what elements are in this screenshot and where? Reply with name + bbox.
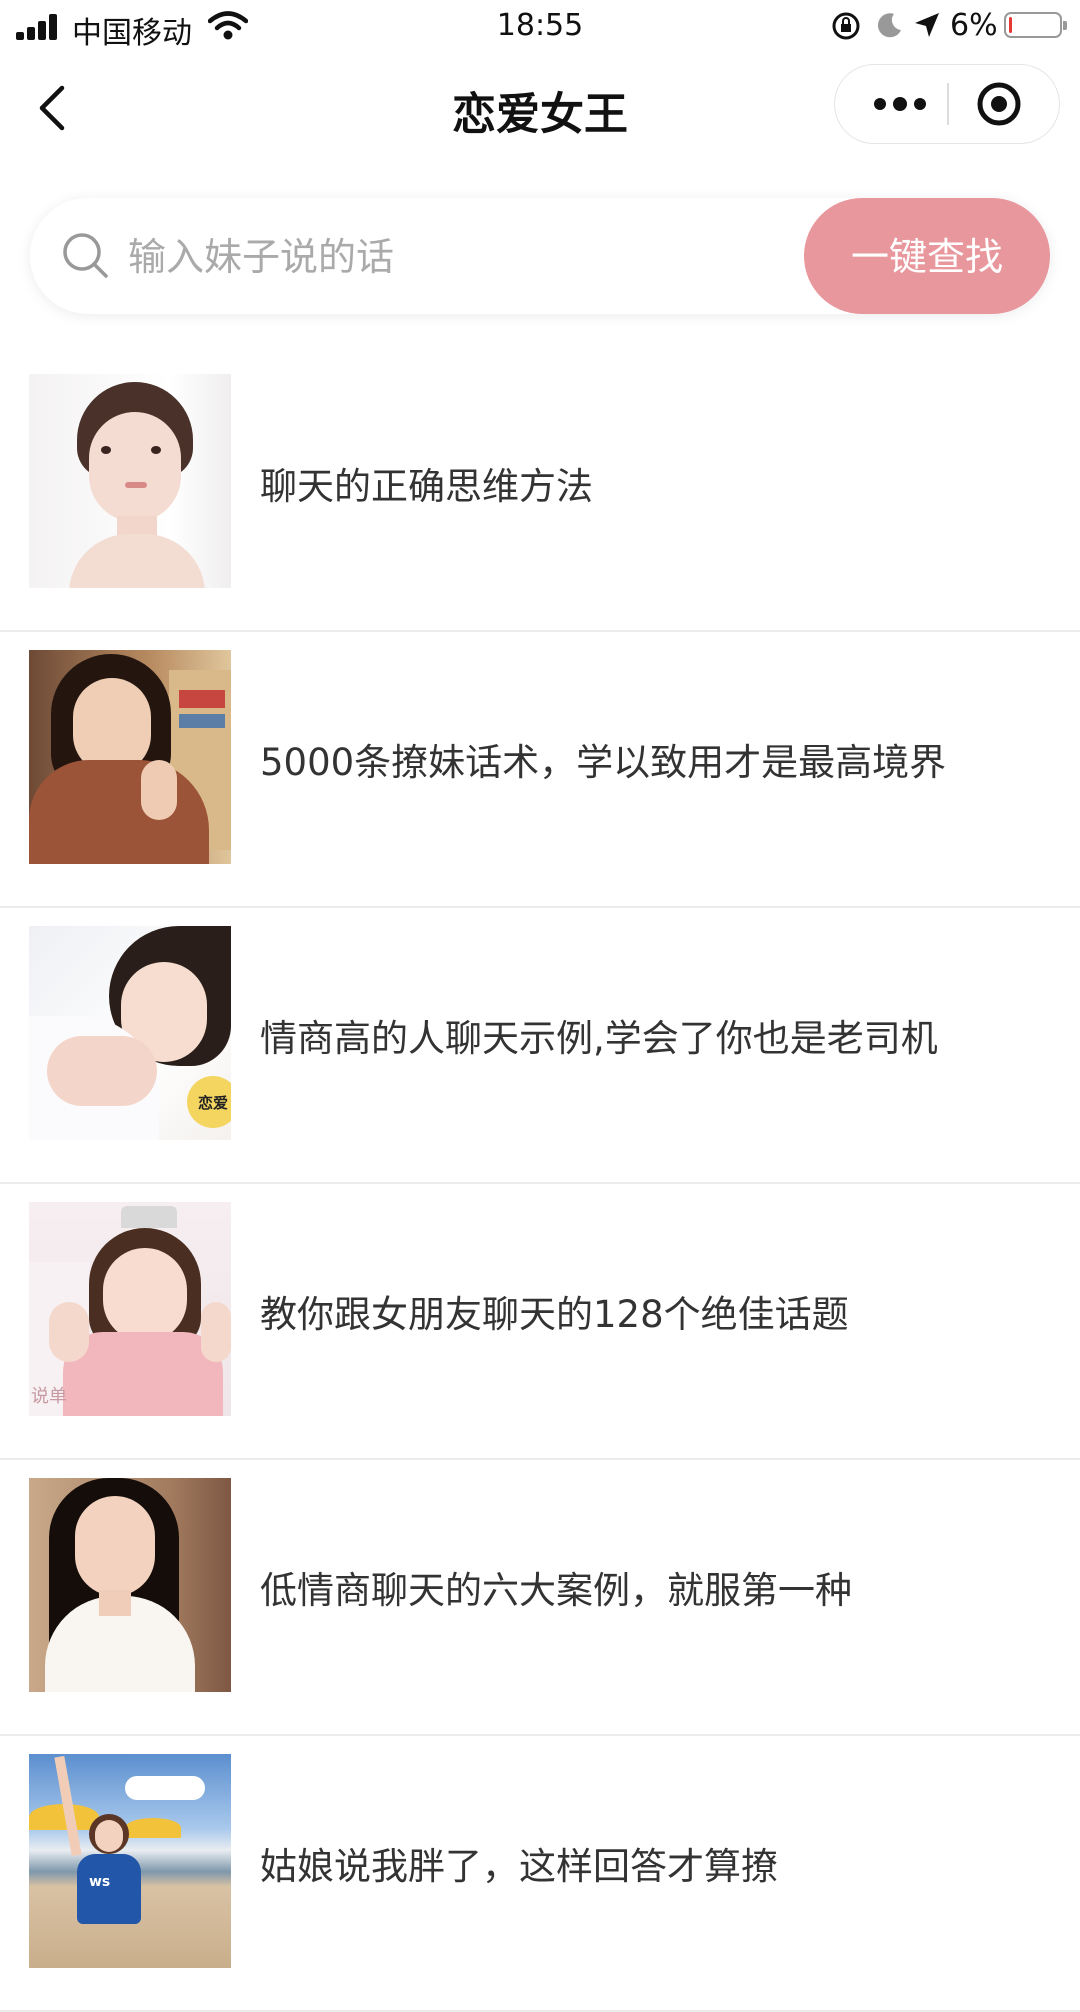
thumbnail-badge: 说单 [31,1386,67,1407]
close-mini-program-button[interactable] [975,80,1023,128]
capsule-divider [947,83,949,125]
battery-icon [1004,12,1067,38]
search-icon [63,233,108,278]
article-list: 聊天的正确思维方法 5000条撩妹话术，学以致用才是最高境界 恋爱 情商高的人聊… [0,356,1080,2012]
list-item[interactable]: 恋爱 情商高的人聊天示例,学会了你也是老司机 [0,908,1080,1184]
article-title: 聊天的正确思维方法 [260,465,593,508]
thumbnail-badge: 恋爱 [197,1094,228,1112]
search-input[interactable] [126,226,810,288]
article-title: 情商高的人聊天示例,学会了你也是老司机 [260,1017,938,1060]
dot-icon [893,97,907,111]
article-thumbnail: 恋爱 [29,926,231,1140]
list-item[interactable]: 低情商聊天的六大案例，就服第一种 [0,1460,1080,1736]
article-thumbnail [29,1478,231,1692]
list-item[interactable]: 说单 教你跟女朋友聊天的128个绝佳话题 [0,1184,1080,1460]
battery-percentage: 6% [950,8,998,43]
article-thumbnail [29,650,231,864]
list-item[interactable]: 5000条撩妹话术，学以致用才是最高境界 [0,632,1080,908]
article-title: 教你跟女朋友聊天的128个绝佳话题 [260,1293,849,1336]
search-button[interactable]: 一键查找 [804,198,1050,314]
list-item[interactable]: 聊天的正确思维方法 [0,356,1080,632]
article-title: 姑娘说我胖了，这样回答才算撩 [260,1845,778,1888]
article-title: 5000条撩妹话术，学以致用才是最高境界 [260,741,947,784]
mini-program-capsule [834,64,1060,144]
search-bar: 一键查找 [30,198,1050,314]
more-button[interactable] [855,65,945,143]
thumbnail-badge: ws [89,1874,111,1890]
article-title: 低情商聊天的六大案例，就服第一种 [260,1569,852,1612]
navigation-bar: 恋爱女王 [0,52,1080,162]
article-thumbnail: 说单 [29,1202,231,1416]
battery-level [1009,17,1012,33]
article-thumbnail [29,374,231,588]
location-arrow-icon [915,13,939,37]
rotation-lock-icon [832,12,860,40]
dot-icon [874,98,886,110]
list-item[interactable]: ws 姑娘说我胖了，这样回答才算撩 [0,1736,1080,2012]
status-bar: 中国移动 18:55 6% [0,0,1080,52]
article-thumbnail: ws [29,1754,231,1968]
dot-icon [914,98,926,110]
moon-icon [877,13,901,38]
